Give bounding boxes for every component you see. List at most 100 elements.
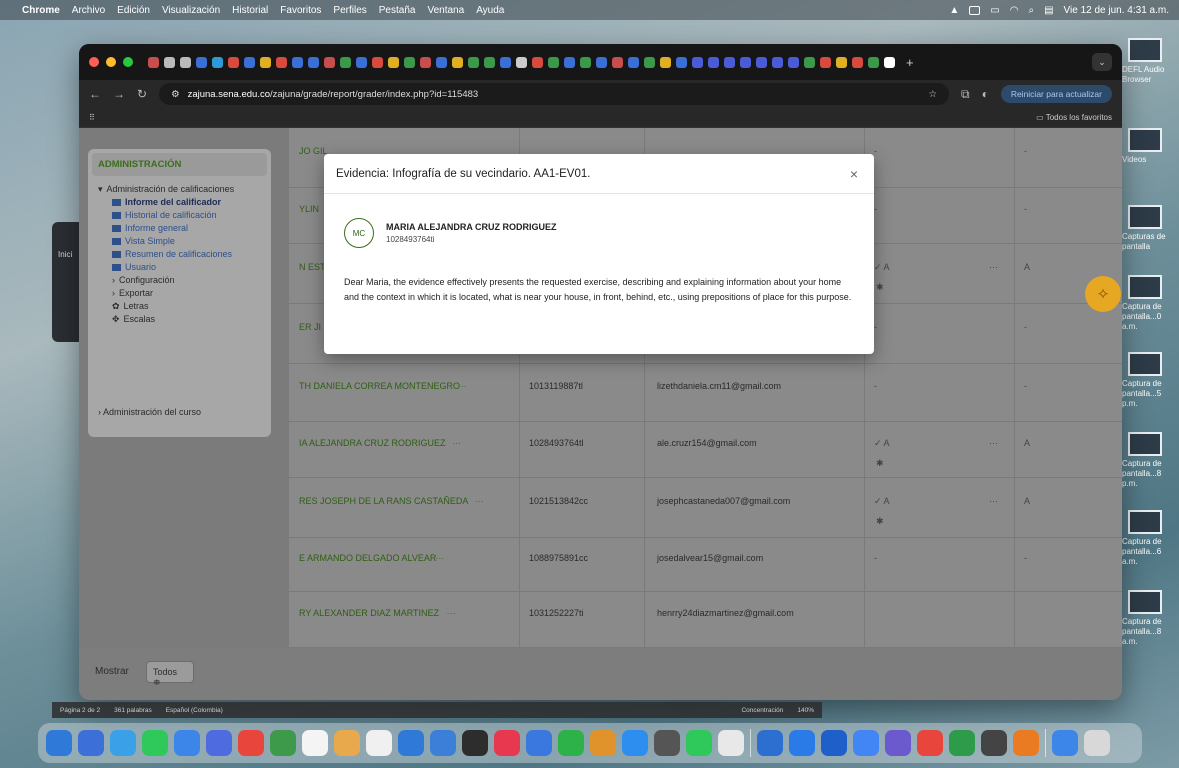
tab-favicon[interactable]: [724, 56, 735, 68]
language[interactable]: Español (Colombia): [166, 707, 223, 714]
tab-favicon[interactable]: [548, 56, 559, 68]
page-count[interactable]: Página 2 de 2: [60, 707, 100, 714]
dock-app-icon[interactable]: [430, 730, 456, 756]
grade-cell-2[interactable]: -: [1024, 146, 1027, 156]
menu-item-visualizacion[interactable]: Visualización: [162, 5, 220, 16]
dock-app-icon[interactable]: [366, 730, 392, 756]
all-bookmarks[interactable]: ▭ Todos los favoritos: [1036, 113, 1112, 122]
menu-item-ayuda[interactable]: Ayuda: [476, 5, 504, 16]
dock-app-icon[interactable]: [654, 730, 680, 756]
search-icon[interactable]: ⌕: [1028, 5, 1034, 16]
desktop-item[interactable]: Captura de pantalla...5 p.m.: [1122, 352, 1178, 409]
tab-favicon[interactable]: [788, 56, 799, 68]
student-name-link[interactable]: ER JI: [299, 322, 321, 332]
dock-app-icon[interactable]: [238, 730, 264, 756]
update-button[interactable]: Reiniciar para actualizar: [1000, 85, 1112, 103]
grade-cell[interactable]: -: [874, 381, 877, 391]
zoom-level[interactable]: 140%: [797, 707, 814, 714]
dock-app-icon[interactable]: [302, 730, 328, 756]
grade-cell[interactable]: -: [874, 146, 877, 156]
scales-link[interactable]: ✥ Escalas: [98, 314, 261, 325]
tab-favicon[interactable]: [324, 56, 335, 68]
menu-item-perfiles[interactable]: Perfiles: [333, 5, 366, 16]
menu-item-favoritos[interactable]: Favoritos: [280, 5, 321, 16]
menu-item-ventana[interactable]: Ventana: [427, 5, 464, 16]
grade-cell-2[interactable]: -: [1024, 381, 1027, 391]
dock-app-icon[interactable]: [78, 730, 104, 756]
desktop-item[interactable]: Videos: [1122, 128, 1178, 165]
grade-cell[interactable]: ✓ A: [874, 496, 890, 507]
tab-favicon[interactable]: [564, 56, 575, 68]
control-center-icon[interactable]: ▤: [1044, 5, 1053, 16]
tab-favicon[interactable]: [884, 56, 895, 68]
student-name-link[interactable]: N EST: [299, 262, 326, 272]
tab-favicon[interactable]: [644, 56, 655, 68]
tab-favicon[interactable]: [804, 56, 815, 68]
dock-app-icon[interactable]: [142, 730, 168, 756]
dock-app-icon[interactable]: [949, 730, 975, 756]
desktop-item[interactable]: Captura de pantalla...0 a.m.: [1122, 275, 1178, 332]
dock-app-icon[interactable]: [110, 730, 136, 756]
dock-app-icon[interactable]: [334, 730, 360, 756]
tab-favicon[interactable]: [868, 56, 879, 68]
apps-grid-icon[interactable]: ⠿: [89, 113, 95, 122]
keyboard-icon[interactable]: [969, 5, 981, 15]
dock-app-icon[interactable]: [270, 730, 296, 756]
tab-favicon[interactable]: [756, 56, 767, 68]
extensions-icon[interactable]: ⧉: [961, 87, 970, 102]
grade-cell-2[interactable]: -: [1024, 322, 1027, 332]
course-admin-node[interactable]: › Administración del curso: [98, 407, 201, 417]
dock-app-icon[interactable]: [757, 730, 783, 756]
dock-app-icon[interactable]: [981, 730, 1007, 756]
desktop-item[interactable]: Captura de pantalla...8 p.m.: [1122, 432, 1178, 489]
bookmark-star-icon[interactable]: ☆: [928, 89, 937, 100]
grade-cell[interactable]: ✓ A: [874, 438, 890, 449]
menu-item-edicion[interactable]: Edición: [117, 5, 150, 16]
tab-favicon[interactable]: [340, 56, 351, 68]
dock-app-icon[interactable]: [622, 730, 648, 756]
grade-cell-2[interactable]: A: [1024, 262, 1030, 272]
tab-favicon[interactable]: [212, 56, 223, 68]
grade-cell-2[interactable]: A: [1024, 496, 1030, 506]
admin-link[interactable]: Historial de calificación: [98, 210, 261, 221]
dock-app-icon[interactable]: [853, 730, 879, 756]
dock-app-icon[interactable]: [718, 730, 744, 756]
dock-app-icon[interactable]: [1013, 730, 1039, 756]
grade-menu[interactable]: ···: [989, 496, 998, 506]
forward-icon[interactable]: →: [113, 87, 125, 101]
tab-favicon[interactable]: [180, 56, 191, 68]
student-name-link[interactable]: IA ALEJANDRA CRUZ RODRIGUEZ: [299, 438, 446, 448]
dock-app-icon[interactable]: [494, 730, 520, 756]
tab-favicon[interactable]: [740, 56, 751, 68]
grade-cell[interactable]: ✓ A: [874, 262, 890, 273]
tab-favicon[interactable]: [628, 56, 639, 68]
student-name-link[interactable]: YLIN: [299, 204, 319, 214]
tab-favicon[interactable]: [452, 56, 463, 68]
tab-favicon[interactable]: [308, 56, 319, 68]
dock-app-icon[interactable]: [206, 730, 232, 756]
tab-favicon[interactable]: [196, 56, 207, 68]
dock-app-icon[interactable]: [526, 730, 552, 756]
tab-favicon[interactable]: [388, 56, 399, 68]
menu-app-name[interactable]: Chrome: [22, 5, 60, 16]
letters-link[interactable]: ✿ Letras: [98, 301, 261, 312]
wifi-icon[interactable]: ◠: [1010, 5, 1019, 16]
dock-app-icon[interactable]: [558, 730, 584, 756]
grade-cell-2[interactable]: -: [1024, 553, 1027, 563]
student-actions-menu[interactable]: ···: [447, 608, 456, 618]
grade-cell[interactable]: -: [874, 204, 877, 214]
grade-cell-2[interactable]: -: [1024, 204, 1027, 214]
desktop-item[interactable]: Captura de pantalla...8 a.m.: [1122, 590, 1178, 647]
tab-favicon[interactable]: [612, 56, 623, 68]
tab-favicon[interactable]: [836, 56, 847, 68]
admin-link[interactable]: Resumen de calificaciones: [98, 249, 261, 260]
tab-favicon[interactable]: [500, 56, 511, 68]
battery-icon[interactable]: ▭: [990, 5, 999, 16]
student-actions-menu[interactable]: ···: [475, 496, 484, 506]
student-actions-menu[interactable]: ···: [435, 553, 444, 563]
export-node[interactable]: › Exportar: [98, 288, 261, 299]
tab-favicon[interactable]: [420, 56, 431, 68]
student-name-link[interactable]: TH DANIELA CORREA MONTENEGRO: [299, 381, 460, 391]
tab-favicon[interactable]: [596, 56, 607, 68]
menu-item-historial[interactable]: Historial: [232, 5, 268, 16]
